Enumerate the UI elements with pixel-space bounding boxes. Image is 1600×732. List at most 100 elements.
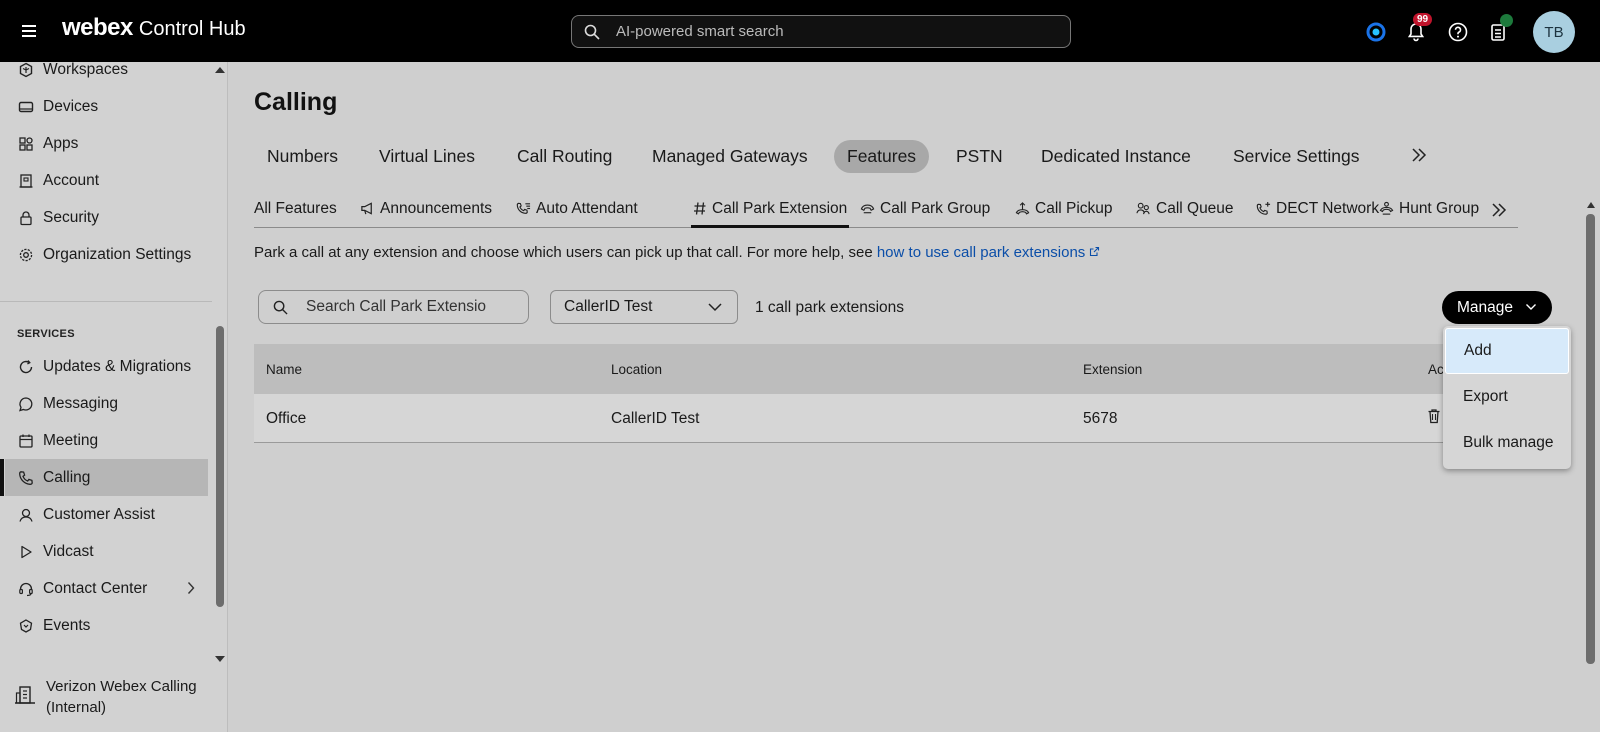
tab-call-routing[interactable]: Call Routing xyxy=(504,140,625,173)
help-link-text: how to use call park extensions xyxy=(876,244,1086,261)
help-link[interactable]: how to use call park extensions xyxy=(877,244,1101,261)
tab-service-settings[interactable]: Service Settings xyxy=(1220,140,1372,173)
sidebar-item-customer-assist[interactable]: Customer Assist xyxy=(0,496,210,533)
sidebar-item-updates-migrations[interactable]: Updates & Migrations xyxy=(0,348,210,385)
subtab-label: Announcements xyxy=(380,200,493,217)
subtab-dect-network[interactable]: DECT Network xyxy=(1256,200,1379,228)
main-scrollbar[interactable] xyxy=(1586,214,1595,664)
call-pickup-icon xyxy=(1015,202,1030,215)
sidebar-item-label: Messaging xyxy=(43,394,118,412)
sidebar-scrollbar[interactable] xyxy=(216,326,224,607)
tab-numbers[interactable]: Numbers xyxy=(254,140,351,173)
sidebar-item-contact-center[interactable]: Contact Center xyxy=(0,570,210,607)
subtab-label: Call Park Extension xyxy=(712,200,848,217)
sidebar-item-label: Account xyxy=(43,171,100,189)
org-switcher[interactable]: Verizon Webex Calling (Internal) xyxy=(0,662,227,732)
auto-attendant-icon xyxy=(516,202,531,214)
events-icon xyxy=(17,617,34,634)
cell-location: CallerID Test xyxy=(611,410,700,427)
brand-product: Control Hub xyxy=(138,18,246,40)
sidebar-item-meeting[interactable]: Meeting xyxy=(0,422,210,459)
sidebar-item-vidcast[interactable]: Vidcast xyxy=(0,533,210,570)
main-content: Calling Numbers Virtual Lines Call Routi… xyxy=(228,62,1600,732)
sidebar-divider xyxy=(0,301,212,302)
subtab-label: Hunt Group xyxy=(1399,200,1480,217)
apps-icon xyxy=(17,135,34,152)
subtab-call-park-group[interactable]: Call Park Group xyxy=(860,200,990,228)
main-scroll-up-arrow[interactable] xyxy=(1587,202,1595,208)
tab-managed-gateways[interactable]: Managed Gateways xyxy=(639,140,821,173)
services-section-label: SERVICES xyxy=(17,328,75,340)
sidebar-item-label: Security xyxy=(43,208,99,226)
external-link-icon xyxy=(1090,246,1100,257)
tab-dedicated-instance[interactable]: Dedicated Instance xyxy=(1028,140,1204,173)
column-header-extension[interactable]: Extension xyxy=(1083,362,1142,377)
manage-button[interactable]: Manage xyxy=(1442,291,1552,324)
sidebar-item-label: Vidcast xyxy=(43,542,94,560)
manage-label: Manage xyxy=(1457,298,1514,316)
sidebar-item-workspaces[interactable]: Workspaces xyxy=(0,51,210,88)
sidebar-item-calling[interactable]: Calling xyxy=(0,459,208,496)
tab-virtual-lines[interactable]: Virtual Lines xyxy=(366,140,488,173)
workspaces-icon xyxy=(17,61,34,78)
play-icon xyxy=(17,543,34,560)
building-icon xyxy=(14,685,36,710)
gear-icon xyxy=(17,246,34,263)
menu-item-add[interactable]: Add xyxy=(1445,328,1569,374)
sidebar-item-devices[interactable]: Devices xyxy=(0,88,210,125)
column-header-location[interactable]: Location xyxy=(611,362,662,377)
sidebar-item-organization-settings[interactable]: Organization Settings xyxy=(0,236,210,273)
location-dropdown[interactable]: CallerID Test xyxy=(550,290,738,324)
menu-item-bulk-manage[interactable]: Bulk manage xyxy=(1445,420,1569,466)
brand-bold: webex xyxy=(62,14,133,41)
notification-badge: 99 xyxy=(1413,13,1433,26)
brand-logo[interactable]: webex Control Hub xyxy=(62,14,246,42)
tab-features[interactable]: Features xyxy=(834,140,930,173)
call-park-search[interactable] xyxy=(258,290,529,324)
account-icon xyxy=(17,172,34,189)
sidebar-item-label: Contact Center xyxy=(43,579,148,597)
tab-pstn[interactable]: PSTN xyxy=(943,140,1016,173)
sidebar-item-security[interactable]: Security xyxy=(0,199,210,236)
menu-item-export[interactable]: Export xyxy=(1445,374,1569,420)
org-name: Verizon Webex Calling (Internal) xyxy=(46,678,197,716)
subtab-call-queue[interactable]: Call Queue xyxy=(1136,200,1234,228)
more-subtabs-icon[interactable] xyxy=(1490,200,1508,220)
top-bar: webex Control Hub 99 TB xyxy=(0,0,1600,62)
global-search[interactable] xyxy=(571,15,1071,48)
chevron-down-icon xyxy=(708,303,722,312)
webex-app-icon[interactable] xyxy=(1364,20,1388,44)
global-search-input[interactable] xyxy=(616,23,1036,40)
trash-icon[interactable] xyxy=(1427,408,1441,424)
subtab-hunt-group[interactable]: Hunt Group xyxy=(1379,200,1479,228)
more-tabs-icon[interactable] xyxy=(1410,145,1428,165)
subtab-call-pickup[interactable]: Call Pickup xyxy=(1015,200,1113,228)
headset-icon xyxy=(17,580,34,597)
menu-icon[interactable] xyxy=(22,20,40,42)
subtab-auto-attendant[interactable]: Auto Attendant xyxy=(516,200,638,228)
chat-icon xyxy=(17,395,34,412)
column-header-name[interactable]: Name xyxy=(266,362,302,377)
sidebar-item-label: Events xyxy=(43,616,91,634)
sidebar-item-account[interactable]: Account xyxy=(0,162,210,199)
table-row[interactable]: Office CallerID Test 5678 xyxy=(254,394,1554,443)
subtab-all-features[interactable]: All Features xyxy=(254,200,337,228)
cell-name: Office xyxy=(266,410,307,427)
sidebar-item-apps[interactable]: Apps xyxy=(0,125,210,162)
manage-menu: Add Export Bulk manage xyxy=(1443,326,1571,469)
page-title: Calling xyxy=(254,88,338,116)
call-park-search-input[interactable] xyxy=(306,298,486,316)
sidebar-item-messaging[interactable]: Messaging xyxy=(0,385,210,422)
calendar-icon xyxy=(17,432,34,449)
subtab-label: DECT Network xyxy=(1276,200,1380,217)
subtab-call-park-extension[interactable]: Call Park Extension xyxy=(691,200,850,228)
avatar[interactable]: TB xyxy=(1533,11,1575,53)
cell-extension: 5678 xyxy=(1083,410,1118,427)
help-icon[interactable] xyxy=(1446,20,1470,44)
sidebar-item-label: Apps xyxy=(43,134,79,152)
customer-assist-icon xyxy=(17,506,34,523)
subtab-announcements[interactable]: Announcements xyxy=(360,200,492,228)
dect-network-icon xyxy=(1256,201,1271,215)
sidebar-scroll-up-arrow[interactable] xyxy=(215,67,225,73)
sidebar-item-events[interactable]: Events xyxy=(0,607,210,644)
